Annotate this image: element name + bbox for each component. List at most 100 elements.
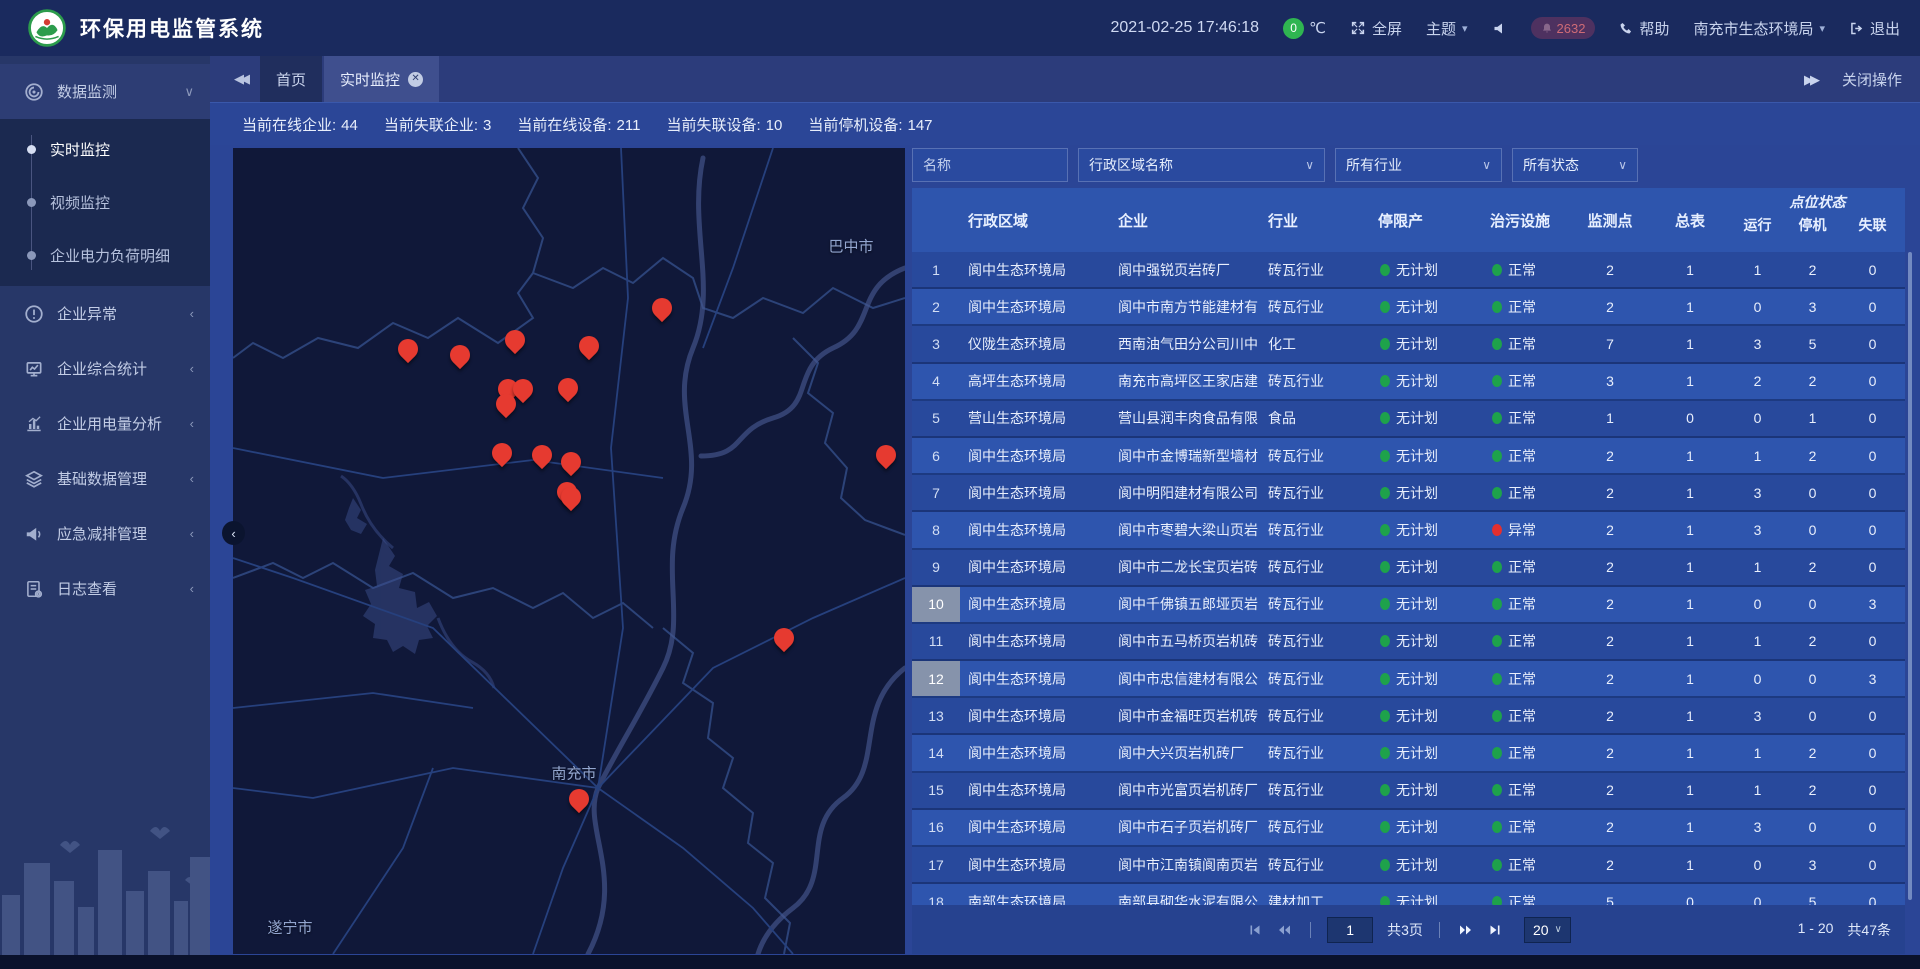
status-select[interactable]: 所有状态∨ <box>1512 148 1638 182</box>
table-row[interactable]: 10 阆中生态环境局 阆中千佛镇五郎垭页岩 砖瓦行业 无计划 正常 2 1 0 … <box>912 587 1905 624</box>
page-number-input[interactable] <box>1327 917 1373 943</box>
sidebar-item-emergency-reduction[interactable]: 应急减排管理 ‹ <box>0 506 210 561</box>
cell-company: 阆中市石子页岩机砖厂 <box>1110 817 1260 837</box>
cell-facility-status: 正常 <box>1482 855 1570 875</box>
mute-button[interactable] <box>1492 21 1507 36</box>
first-page-button[interactable] <box>1246 921 1264 939</box>
datetime: 2021-02-25 17:46:18 <box>1111 19 1260 37</box>
table-row[interactable]: 16 阆中生态环境局 阆中市石子页岩机砖厂 砖瓦行业 无计划 正常 2 1 3 … <box>912 810 1905 847</box>
app-logo-icon <box>28 9 66 47</box>
tab-close-icon[interactable]: ✕ <box>408 72 423 87</box>
status-dot-icon <box>1380 264 1390 276</box>
sidebar-item-power-usage-analysis[interactable]: 企业用电量分析 ‹ <box>0 396 210 451</box>
row-number: 6 <box>912 438 960 473</box>
name-search-input[interactable] <box>912 148 1068 182</box>
cell-disconnected: 0 <box>1840 857 1905 873</box>
cell-company: 营山县润丰肉食品有限 <box>1110 408 1260 428</box>
org-dropdown[interactable]: 南充市生态环境局▾ <box>1693 18 1825 39</box>
cell-monitor-points: 3 <box>1570 373 1650 389</box>
industry-select[interactable]: 所有行业∨ <box>1335 148 1502 182</box>
status-dot-icon <box>1492 747 1502 759</box>
cell-limit-status: 无计划 <box>1370 594 1482 614</box>
table-row[interactable]: 11 阆中生态环境局 阆中市五马桥页岩机砖 砖瓦行业 无计划 正常 2 1 1 … <box>912 624 1905 661</box>
help-button[interactable]: 帮助 <box>1619 18 1669 39</box>
fullscreen-icon <box>1350 20 1366 36</box>
cell-limit-status: 无计划 <box>1370 669 1482 689</box>
cell-facility-status: 正常 <box>1482 706 1570 726</box>
cell-total-meter: 1 <box>1650 448 1730 464</box>
enterprise-table-panel: 行政区域名称∨ 所有行业∨ 所有状态∨ 行政区域企业行业停限产治污设施监测点总表… <box>912 148 1905 954</box>
table-row[interactable]: 9 阆中生态环境局 阆中市二龙长宝页岩砖 砖瓦行业 无计划 正常 2 1 1 2… <box>912 550 1905 587</box>
status-dot-icon <box>1380 301 1390 313</box>
cell-company: 南部县砌华水泥有限公 <box>1110 892 1260 905</box>
cell-running: 1 <box>1730 633 1785 649</box>
table-row[interactable]: 7 阆中生态环境局 阆中明阳建材有限公司 砖瓦行业 无计划 正常 2 1 3 0… <box>912 475 1905 512</box>
table-row[interactable]: 5 营山生态环境局 营山县润丰肉食品有限 食品 无计划 正常 1 0 0 1 0 <box>912 401 1905 438</box>
table-row[interactable]: 6 阆中生态环境局 阆中市金博瑞新型墙材 砖瓦行业 无计划 正常 2 1 1 2… <box>912 438 1905 475</box>
close-operations-button[interactable]: 关闭操作 <box>1842 69 1902 90</box>
table-row[interactable]: 3 仪陇生态环境局 西南油气田分公司川中 化工 无计划 正常 7 1 3 5 0 <box>912 326 1905 363</box>
stat-label: 当前在线设备: <box>517 117 611 134</box>
last-page-button[interactable] <box>1486 921 1504 939</box>
row-number: 11 <box>912 624 960 659</box>
sidebar-item-data-monitoring[interactable]: 数据监测 ∨ <box>0 64 210 119</box>
bullet-icon <box>27 251 36 260</box>
cell-region: 阆中生态环境局 <box>960 669 1110 689</box>
table-row[interactable]: 13 阆中生态环境局 阆中市金福旺页岩机砖 砖瓦行业 无计划 正常 2 1 3 … <box>912 698 1905 735</box>
table-row[interactable]: 15 阆中生态环境局 阆中市光富页岩机砖厂 砖瓦行业 无计划 正常 2 1 1 … <box>912 773 1905 810</box>
logout-button[interactable]: 退出 <box>1849 18 1900 39</box>
map-collapse-button[interactable]: ‹ <box>222 521 245 545</box>
next-page-button[interactable] <box>1456 921 1476 939</box>
notification-badge[interactable]: 2632 <box>1531 17 1596 39</box>
stat-value: 211 <box>617 117 641 134</box>
table-row[interactable]: 14 阆中生态环境局 阆中大兴页岩机砖厂 砖瓦行业 无计划 正常 2 1 1 2… <box>912 735 1905 772</box>
sidebar-item-enterprise-statistics[interactable]: 企业综合统计 ‹ <box>0 341 210 396</box>
stat-item: 当前在线设备: 211 <box>517 114 640 135</box>
cell-running: 0 <box>1730 857 1785 873</box>
cell-total-meter: 1 <box>1650 299 1730 315</box>
cell-limit-status: 无计划 <box>1370 706 1482 726</box>
region-select[interactable]: 行政区域名称∨ <box>1078 148 1325 182</box>
theme-dropdown[interactable]: 主题▾ <box>1426 18 1468 39</box>
tab-realtime-monitoring[interactable]: 实时监控 ✕ <box>324 56 439 102</box>
previous-page-button[interactable] <box>1274 921 1294 939</box>
table-scrollbar[interactable] <box>1908 252 1912 900</box>
tabs-scroll-left-button[interactable]: ◀◀ <box>210 56 260 102</box>
page-size-select[interactable]: 20∨ <box>1524 917 1571 943</box>
cell-limit-status: 无计划 <box>1370 780 1482 800</box>
cell-total-meter: 1 <box>1650 782 1730 798</box>
cell-region: 营山生态环境局 <box>960 408 1110 428</box>
cell-total-meter: 1 <box>1650 559 1730 575</box>
fullscreen-button[interactable]: 全屏 <box>1350 18 1402 39</box>
table-row[interactable]: 4 高坪生态环境局 南充市高坪区王家店建 砖瓦行业 无计划 正常 3 1 2 2… <box>912 364 1905 401</box>
tab-home[interactable]: 首页 <box>260 56 322 102</box>
cell-industry: 砖瓦行业 <box>1260 706 1370 726</box>
tab-bar: ◀◀ 首页 实时监控 ✕ ▶▶ 关闭操作 <box>210 56 1920 102</box>
sidebar-item-base-data-management[interactable]: 基础数据管理 ‹ <box>0 451 210 506</box>
stat-value: 44 <box>341 117 358 134</box>
sidebar: 数据监测 ∨ 实时监控 视频监控 企业电力负荷明细 企业异常 ‹ 企业综合统计 … <box>0 56 210 955</box>
sidebar-subitem-power-load-detail[interactable]: 企业电力负荷明细 <box>0 229 210 282</box>
cell-disconnected: 3 <box>1840 671 1905 687</box>
sidebar-subitem-video-monitoring[interactable]: 视频监控 <box>0 176 210 229</box>
cell-facility-status: 正常 <box>1482 817 1570 837</box>
table-row[interactable]: 8 阆中生态环境局 阆中市枣碧大梁山页岩 砖瓦行业 无计划 异常 2 1 3 0… <box>912 512 1905 549</box>
table-row[interactable]: 1 阆中生态环境局 阆中强锐页岩砖厂 砖瓦行业 无计划 正常 2 1 1 2 0 <box>912 252 1905 289</box>
cell-facility-status: 正常 <box>1482 446 1570 466</box>
stat-item: 当前失联设备:10 <box>666 114 782 135</box>
table-row[interactable]: 18 南部生态环境局 南部县砌华水泥有限公 建材加工 无计划 正常 5 0 0 … <box>912 884 1905 905</box>
table-header: 行政区域企业行业停限产治污设施监测点总表点位状态运行停机失联 <box>912 188 1905 252</box>
table-row[interactable]: 12 阆中生态环境局 阆中市忠信建材有限公 砖瓦行业 无计划 正常 2 1 0 … <box>912 661 1905 698</box>
table-row[interactable]: 2 阆中生态环境局 阆中市南方节能建材有 砖瓦行业 无计划 正常 2 1 0 3… <box>912 289 1905 326</box>
sidebar-item-log-view[interactable]: 日志查看 ‹ <box>0 561 210 616</box>
sidebar-item-enterprise-abnormal[interactable]: 企业异常 ‹ <box>0 286 210 341</box>
status-dot-icon <box>1492 338 1502 350</box>
cell-facility-status: 正常 <box>1482 371 1570 391</box>
map-panel[interactable]: 巴中市南充市遂宁市 <box>233 148 905 954</box>
status-dot-icon <box>1492 524 1502 536</box>
table-row[interactable]: 17 阆中生态环境局 阆中市江南镇阆南页岩 砖瓦行业 无计划 正常 2 1 0 … <box>912 847 1905 884</box>
sidebar-subitem-realtime-monitoring[interactable]: 实时监控 <box>0 123 210 176</box>
status-group-header: 点位状态 <box>1730 188 1905 215</box>
tabs-scroll-right-button[interactable]: ▶▶ <box>1804 71 1816 88</box>
status-dot-icon <box>1380 561 1390 573</box>
